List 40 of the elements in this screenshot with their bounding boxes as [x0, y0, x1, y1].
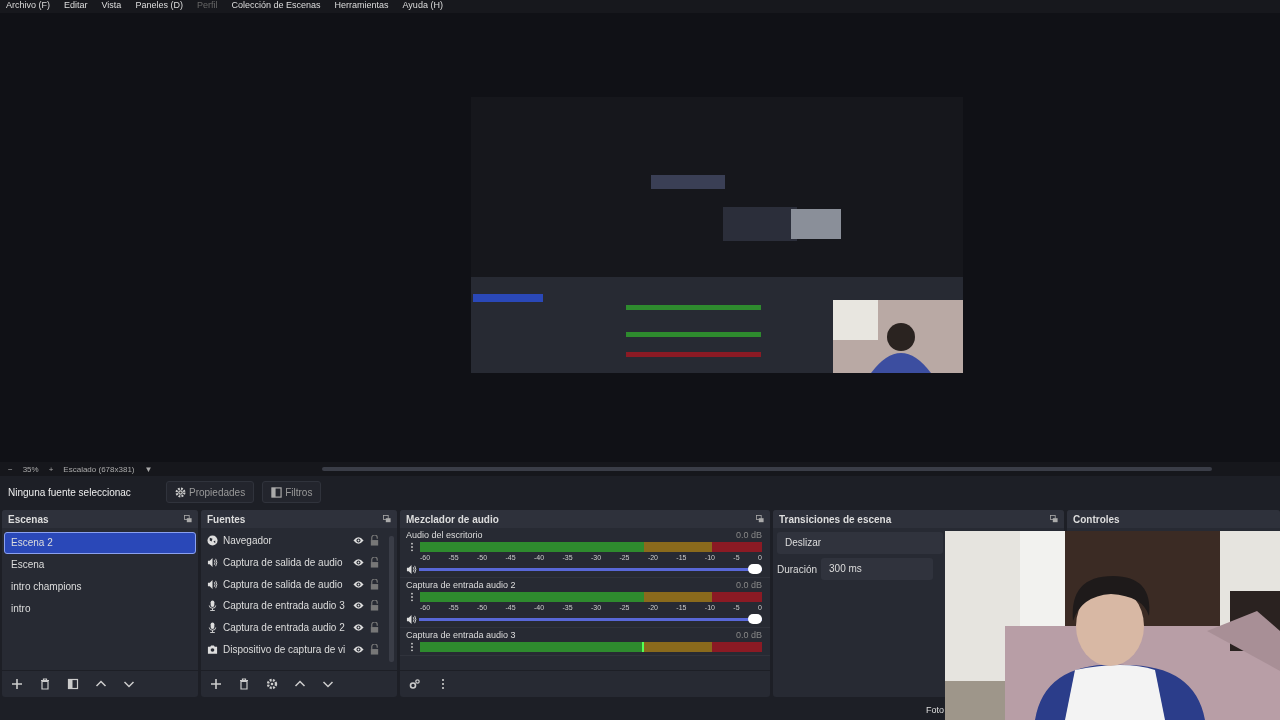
db-reading: 0.0 dB: [735, 530, 762, 540]
menu-item[interactable]: Herramientas: [334, 0, 389, 13]
filters-button[interactable]: Filtros: [262, 481, 322, 503]
channel-name: Captura de entrada audio 2: [406, 580, 516, 590]
menu-item[interactable]: Colección de Escenas: [231, 0, 321, 13]
panel-title: Mezclador de audio: [406, 513, 499, 525]
duration-label: Duración: [777, 563, 818, 575]
dropdown-button[interactable]: ▼: [144, 464, 153, 474]
duration-field[interactable]: 300 ms: [821, 558, 934, 580]
selected-source-label: Ninguna fuente seleccionac: [8, 486, 132, 498]
db-reading: 0.0 dB: [735, 630, 762, 640]
panel-title: Fuentes: [207, 513, 246, 525]
scene-item[interactable]: Escena: [4, 554, 196, 576]
scaling-label: Escalado (678x381): [63, 464, 135, 474]
source-item[interactable]: Captura de salida de audio: [223, 557, 348, 569]
menu-item[interactable]: Ayuda (H): [402, 0, 443, 13]
channel-name: Audio del escritorio: [406, 530, 483, 540]
source-item[interactable]: Dispositivo de captura de vi: [223, 643, 348, 655]
menu-item[interactable]: Paneles (D): [135, 0, 183, 13]
db-reading: 0.0 dB: [735, 580, 762, 590]
menu-item[interactable]: Vista: [101, 0, 122, 13]
channel-name: Captura de entrada audio 3: [406, 630, 516, 640]
transition-dropdown[interactable]: Deslizar: [777, 532, 943, 554]
source-item[interactable]: Captura de entrada audio 2: [223, 622, 348, 634]
panel-title: Escenas: [8, 513, 49, 525]
properties-button[interactable]: Propiedades: [166, 481, 255, 503]
panel-title: Transiciones de escena: [779, 513, 892, 525]
scene-item[interactable]: Escena 2: [4, 532, 196, 554]
zoom-in-button[interactable]: +: [48, 464, 54, 474]
panel-title: Controles: [1073, 513, 1120, 525]
zoom-level: 35%: [22, 464, 39, 474]
zoom-out-button[interactable]: −: [8, 464, 13, 474]
source-item[interactable]: Captura de entrada audio 3: [223, 600, 348, 612]
scene-item[interactable]: intro champions: [4, 576, 196, 598]
source-item[interactable]: Navegador: [223, 535, 348, 547]
menu-item[interactable]: Editar: [64, 0, 88, 13]
status-text: Foto: [926, 705, 944, 715]
source-item[interactable]: Captura de salida de audio: [223, 578, 348, 590]
menu-item[interactable]: Archivo (F): [6, 0, 50, 13]
scene-item[interactable]: intro: [4, 598, 196, 620]
